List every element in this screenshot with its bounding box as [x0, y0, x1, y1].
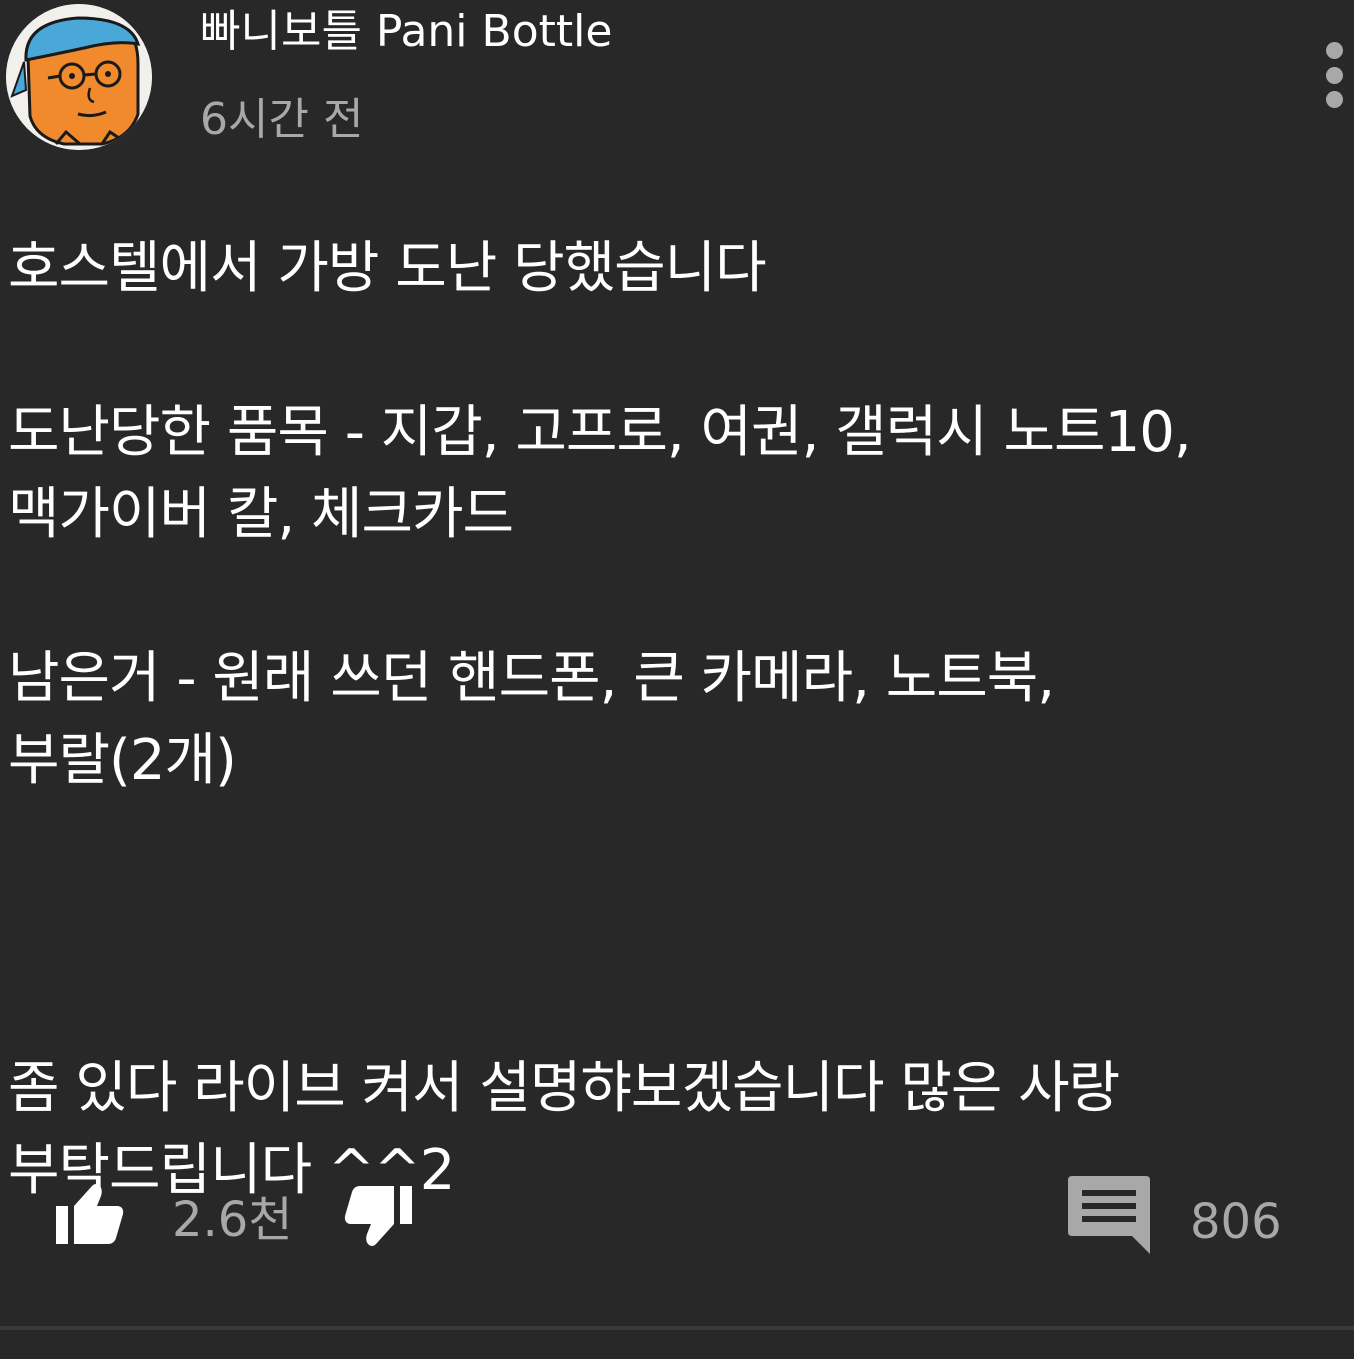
- avatar[interactable]: [6, 4, 152, 150]
- reply-count: 806: [1190, 1194, 1282, 1250]
- comment-line: 호스텔에서 가방 도난 당했습니다: [8, 236, 767, 301]
- comment-line: 부랄(2개): [8, 728, 237, 793]
- dislike-button[interactable]: [342, 1184, 414, 1250]
- thumbs-down-icon: [344, 1186, 412, 1246]
- more-options-button[interactable]: [1314, 40, 1354, 110]
- comment-icon: [1068, 1176, 1150, 1254]
- like-count: 2.6천: [172, 1192, 293, 1248]
- comment-line: 좀 있다 라이브 켜서 설명햐보겠습니다 많은 사랑: [8, 1056, 1120, 1121]
- comment-timestamp: 6시간 전: [200, 94, 364, 145]
- comment-card: 빠니보틀 Pani Bottle 6시간 전 호스텔에서 가방 도난 당했습니다…: [0, 0, 1354, 1359]
- more-vertical-icon-dot: [1325, 66, 1343, 84]
- comment-line: [8, 310, 1338, 392]
- comment-line: [8, 966, 1338, 1048]
- thumbs-up-icon: [56, 1184, 124, 1244]
- avatar-illustration: [6, 4, 152, 150]
- comment-line: [8, 556, 1338, 638]
- comment-line: 도난당한 품목 - 지갑, 고프로, 여권, 갤럭시 노트10,: [8, 400, 1192, 465]
- more-vertical-icon-dot: [1325, 91, 1343, 108]
- divider: [0, 1326, 1354, 1330]
- comment-line: [8, 802, 1338, 884]
- comment-actions: 2.6천 806: [0, 1170, 1354, 1270]
- comment-line: 남은거 - 원래 쓰던 핸드폰, 큰 카메라, 노트북,: [8, 646, 1055, 711]
- comment-line: [8, 884, 1338, 966]
- reply-button[interactable]: [1068, 1174, 1152, 1256]
- channel-name[interactable]: 빠니보틀 Pani Bottle: [200, 4, 612, 60]
- comment-line: 맥가이버 칼, 체크카드: [8, 482, 514, 547]
- more-vertical-icon: [1325, 42, 1343, 59]
- comment-body: 호스텔에서 가방 도난 당했습니다 도난당한 품목 - 지갑, 고프로, 여권,…: [8, 228, 1338, 1212]
- like-button[interactable]: [54, 1180, 126, 1246]
